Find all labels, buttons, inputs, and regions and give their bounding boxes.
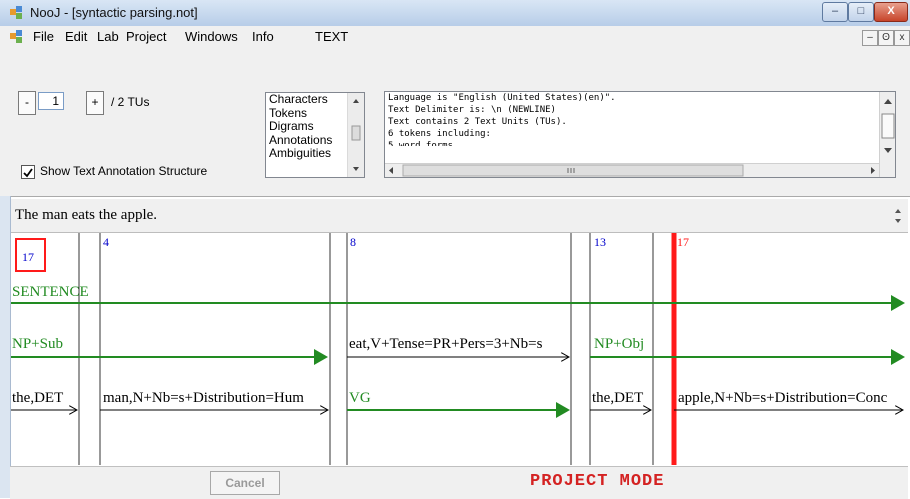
info-line: Language is "English (United States)(en)… [388, 93, 616, 103]
previous-tu-button[interactable]: - [18, 91, 36, 115]
annotation-graph: 17 4 8 13 17 SENTENCE NP+Sub eat,V+Tense… [10, 233, 905, 465]
nooj-app-icon [10, 6, 22, 19]
info-line: 5 word forms [388, 141, 454, 146]
annotation-np-object[interactable]: NP+Obj [594, 336, 644, 352]
annotation-the-1[interactable]: the,DET [12, 390, 63, 406]
menu-edit[interactable]: Edit [65, 29, 87, 44]
next-tu-button[interactable]: + [86, 91, 104, 115]
title-bar: NooJ - [syntactic parsing.not] – □ X [0, 0, 910, 27]
checkmark-icon [23, 168, 33, 178]
spin-arrows-icon[interactable] [892, 205, 904, 227]
annotation-the-2[interactable]: the,DET [592, 390, 643, 406]
info-line: Text contains 2 Text Units (TUs). [388, 117, 567, 127]
annotation-vg[interactable]: VG [349, 390, 371, 406]
menu-lab[interactable]: Lab [97, 29, 119, 44]
listbox-scrollbar[interactable] [347, 93, 364, 177]
menu-file[interactable]: File [33, 29, 54, 44]
info-line: 6 tokens including: [388, 129, 491, 139]
info-hscrollbar[interactable] [385, 163, 879, 177]
position-label: 13 [594, 235, 606, 249]
sentence-bar: The man eats the apple. [10, 199, 908, 233]
maximize-button[interactable]: □ [848, 2, 874, 22]
window-title: NooJ - [syntactic parsing.not] [30, 5, 198, 20]
scroll-arrows-icon [351, 99, 361, 171]
menu-text[interactable]: TEXT [315, 29, 348, 44]
control-panel: - + / 2 TUs Show Text Annotation Structu… [0, 48, 910, 197]
annotation-sentence[interactable]: SENTENCE [12, 284, 89, 300]
annotation-man[interactable]: man,N+Nb=s+Distribution=Hum [103, 390, 304, 406]
nooj-menu-icon [10, 30, 22, 43]
hscroll-icon [389, 164, 875, 177]
project-mode-label: PROJECT MODE [530, 472, 665, 491]
info-line: Text Delimiter is: \n (NEWLINE) [388, 105, 556, 115]
minimize-button[interactable]: – [822, 2, 848, 22]
annotation-structure-label: Show Text Annotation Structure [40, 164, 208, 178]
info-vscrollbar[interactable] [879, 92, 895, 177]
menu-info[interactable]: Info [252, 29, 274, 44]
mdi-restore-button[interactable]: ʘ [878, 30, 894, 46]
position-label: 4 [103, 235, 109, 249]
status-bar: Cancel PROJECT MODE [10, 466, 908, 499]
close-button[interactable]: X [874, 2, 908, 22]
cancel-button[interactable]: Cancel [210, 471, 280, 495]
annotation-np-subject[interactable]: NP+Sub [12, 336, 63, 352]
position-label: 17 [677, 235, 689, 249]
vscroll-icon [881, 99, 895, 153]
view-listbox[interactable]: Characters Tokens Digrams Annotations Am… [265, 92, 365, 178]
menu-bar: File Edit Lab Project Windows Info TEXT … [0, 26, 910, 49]
annotation-apple[interactable]: apple,N+Nb=s+Distribution=Conc [678, 390, 888, 406]
position-label: 8 [350, 235, 356, 249]
window-left-border [0, 196, 11, 498]
menu-project[interactable]: Project [126, 29, 166, 44]
sentence-text: The man eats the apple. [15, 207, 158, 223]
tu-number-input[interactable] [38, 92, 64, 110]
text-info-box[interactable]: Language is "English (United States)(en)… [384, 91, 896, 178]
annotation-eat[interactable]: eat,V+Tense=PR+Pers=3+Nb=s [349, 336, 543, 352]
text-annotation-structure[interactable]: 17 4 8 13 17 SENTENCE NP+Sub eat,V+Tense… [10, 233, 908, 465]
annotation-structure-checkbox[interactable] [21, 165, 35, 179]
mdi-minimize-button[interactable]: – [862, 30, 878, 46]
position-label: 17 [22, 250, 34, 264]
menu-windows[interactable]: Windows [185, 29, 238, 44]
tu-total-label: / 2 TUs [111, 95, 150, 109]
mdi-close-button[interactable]: x [894, 30, 910, 46]
